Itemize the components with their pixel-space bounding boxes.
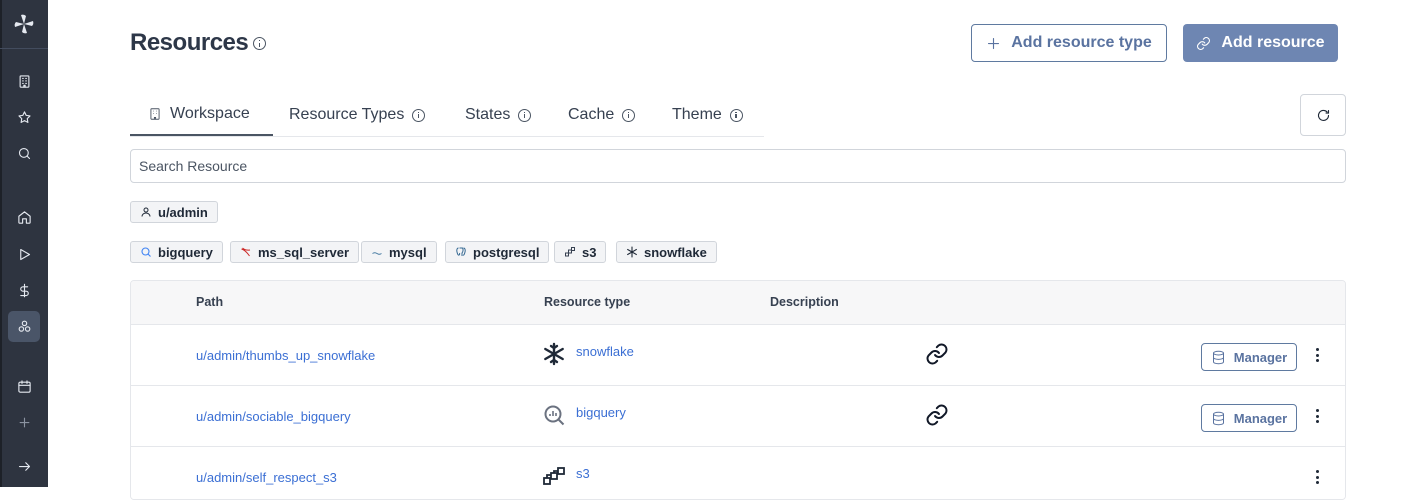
building-icon [150, 108, 160, 120]
resources-icon[interactable] [14, 316, 34, 336]
chip-label: snowflake [644, 244, 707, 260]
tab-label: States [465, 106, 511, 123]
chip-label: ms_sql_server [258, 244, 350, 260]
link-icon[interactable] [925, 403, 949, 427]
snowflake-icon [542, 342, 566, 366]
tab-states[interactable]: States [465, 94, 532, 136]
windmill-logo-icon[interactable] [12, 12, 36, 36]
plus-icon[interactable] [14, 412, 34, 432]
play-icon[interactable] [14, 244, 34, 264]
link-icon [1197, 36, 1211, 50]
mysql-icon [372, 252, 382, 255]
column-header-resource-type: Resource type [544, 295, 631, 309]
more-options-icon[interactable] [1311, 345, 1323, 365]
s3-icon [542, 464, 566, 488]
sidebar [0, 0, 48, 487]
resources-table: Path Resource type Description u/admin/t… [130, 280, 1346, 500]
snowflake-icon [627, 246, 637, 258]
column-header-description: Description [770, 295, 839, 309]
tab-workspace[interactable]: Workspace [130, 94, 273, 136]
tab-resource-types[interactable]: Resource Types [289, 94, 426, 136]
sidebar-edge [0, 0, 2, 487]
database-icon [1212, 411, 1224, 425]
tab-theme[interactable]: Theme [672, 94, 743, 136]
postgresql-icon [456, 247, 466, 256]
resource-type-link[interactable]: bigquery [576, 405, 626, 420]
column-header-path: Path [196, 295, 224, 309]
tab-label: Theme [672, 106, 722, 123]
manager-button[interactable]: Manager [1201, 404, 1297, 432]
add-resource-type-label: Add resource type [1011, 34, 1152, 51]
manager-label: Manager [1233, 410, 1288, 426]
resource-type-link[interactable]: snowflake [576, 344, 634, 359]
calendar-icon[interactable] [14, 376, 34, 396]
search-input[interactable] [130, 149, 1346, 183]
info-icon[interactable] [253, 37, 266, 50]
filter-chip-mysql[interactable]: mysql [361, 241, 437, 263]
star-icon[interactable] [14, 107, 34, 127]
refresh-icon [1317, 109, 1329, 121]
more-options-icon[interactable] [1311, 406, 1323, 426]
manager-label: Manager [1233, 349, 1288, 365]
s3-icon [565, 247, 575, 257]
info-icon[interactable] [412, 108, 426, 122]
add-resource-button[interactable]: Add resource [1183, 24, 1338, 62]
filter-chip-bigquery[interactable]: bigquery [130, 241, 223, 263]
database-icon [1212, 350, 1224, 364]
dollar-icon[interactable] [14, 280, 34, 300]
plus-icon [988, 37, 1000, 49]
info-icon[interactable] [729, 108, 743, 122]
sidebar-divider [0, 48, 48, 49]
info-icon[interactable] [518, 108, 532, 122]
owner-filter-chip[interactable]: u/admin [130, 201, 218, 223]
more-options-icon[interactable] [1311, 467, 1323, 487]
tab-label: Cache [568, 106, 615, 123]
search-icon[interactable] [14, 143, 34, 163]
resource-path-link[interactable]: u/admin/self_respect_s3 [196, 470, 337, 485]
table-row: u/admin/self_respect_s3 s3 [131, 447, 1345, 499]
add-resource-type-button[interactable]: Add resource type [971, 24, 1167, 62]
table-header: Path Resource type Description [131, 281, 1345, 325]
home-icon[interactable] [14, 207, 34, 227]
chip-label: postgresql [473, 244, 540, 260]
filter-chip-ms-sql-server[interactable]: ms_sql_server [230, 241, 360, 263]
tab-label: Workspace [170, 105, 250, 122]
chip-label: bigquery [158, 244, 213, 260]
ms-sql-server-icon [241, 247, 251, 257]
table-row: u/admin/sociable_bigquery bigquery Manag… [131, 386, 1345, 447]
refresh-button[interactable] [1300, 94, 1346, 136]
expand-arrow-icon[interactable] [14, 456, 34, 476]
info-icon[interactable] [622, 108, 636, 122]
workspace-icon[interactable] [14, 71, 34, 91]
page-title: Resources [130, 29, 249, 56]
chip-label: s3 [582, 244, 597, 260]
bigquery-icon [141, 247, 151, 257]
tab-label: Resource Types [289, 106, 405, 123]
tab-bar: Workspace Resource Types States Cache Th… [130, 94, 764, 137]
chip-label: u/admin [158, 204, 208, 220]
filter-chip-snowflake[interactable]: snowflake [616, 241, 717, 263]
user-icon [141, 207, 151, 217]
bigquery-icon [542, 403, 566, 427]
resource-type-link[interactable]: s3 [576, 466, 590, 481]
resource-path-link[interactable]: u/admin/thumbs_up_snowflake [196, 348, 375, 363]
table-row: u/admin/thumbs_up_snowflake snowflake Ma… [131, 325, 1345, 386]
add-resource-label: Add resource [1221, 34, 1325, 51]
chip-label: mysql [389, 244, 427, 260]
resource-path-link[interactable]: u/admin/sociable_bigquery [196, 409, 351, 424]
filter-chip-postgresql[interactable]: postgresql [445, 241, 550, 263]
tab-cache[interactable]: Cache [568, 94, 636, 136]
manager-button[interactable]: Manager [1201, 343, 1297, 371]
filter-chip-s3[interactable]: s3 [554, 241, 607, 263]
link-icon[interactable] [925, 342, 949, 366]
